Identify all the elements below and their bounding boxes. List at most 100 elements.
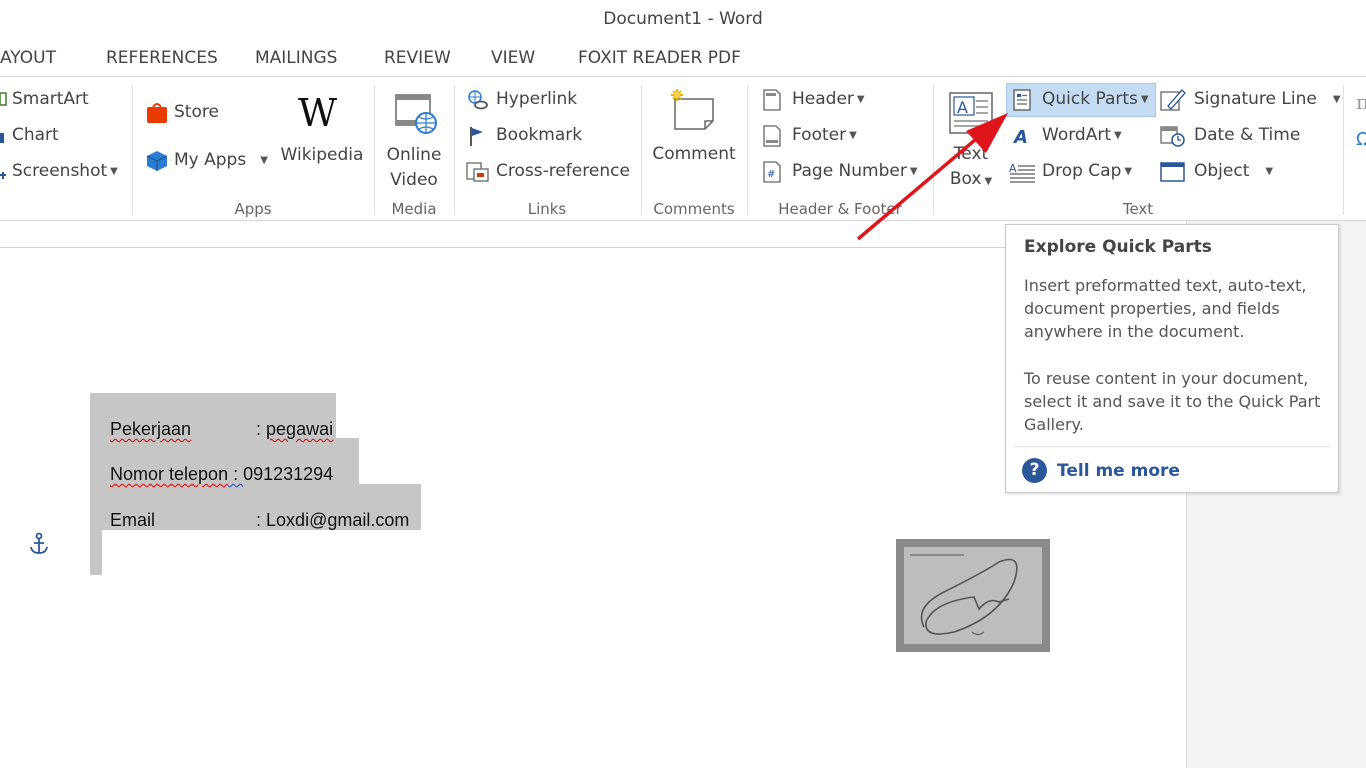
- doc-line-email[interactable]: Email: [90, 489, 155, 552]
- group-label-apps: Apps: [234, 200, 272, 218]
- ribbon: SmartArt Chart Screenshot ▼ Store My App…: [0, 76, 1366, 221]
- store-label: Store: [174, 102, 219, 122]
- footer-label: Footer: [792, 125, 847, 145]
- annotation-arrow: [856, 113, 1008, 241]
- group-divider: [641, 85, 642, 215]
- date-time-label: Date & Time: [1194, 125, 1301, 145]
- my-apps-button[interactable]: My Apps ▼: [146, 150, 268, 171]
- quick-parts-button[interactable]: Quick Parts ▼: [1012, 89, 1149, 111]
- doc-separator: :: [256, 510, 267, 530]
- quick-parts-label: Quick Parts: [1042, 89, 1138, 109]
- header-icon: [762, 89, 788, 111]
- chart-label: Chart: [12, 125, 59, 145]
- my-apps-icon: [146, 150, 170, 171]
- date-time-icon: [1160, 125, 1190, 147]
- bookmark-icon: [466, 125, 492, 146]
- online-video-label-line1: Online: [386, 145, 442, 165]
- svg-text:Ω: Ω: [1356, 129, 1366, 147]
- hyperlink-icon: [466, 89, 492, 110]
- online-video-icon: [394, 93, 438, 137]
- online-video-label-line2: Video: [390, 170, 438, 190]
- smartart-button[interactable]: SmartArt: [0, 89, 89, 109]
- new-comment-button[interactable]: Comment: [645, 85, 743, 195]
- doc-value-pegawai: pegawai: [266, 419, 334, 439]
- ribbon-tabs: AYOUT REFERENCES MAILINGS REVIEW VIEW FO…: [0, 40, 1366, 76]
- tab-layout[interactable]: AYOUT: [0, 48, 56, 68]
- date-time-button[interactable]: Date & Time: [1160, 125, 1301, 147]
- anchor-icon[interactable]: [28, 532, 50, 556]
- wikipedia-label: Wikipedia: [280, 145, 364, 165]
- tab-references[interactable]: REFERENCES: [106, 48, 218, 68]
- signature-image[interactable]: [896, 539, 1050, 652]
- hyperlink-label: Hyperlink: [496, 89, 578, 109]
- title-bar: Document1 - Word: [0, 0, 1366, 40]
- my-apps-label: My Apps: [174, 150, 247, 170]
- chevron-down-icon: ▼: [1332, 93, 1341, 105]
- doc-value-email[interactable]: : Loxdi@gmail.com: [236, 489, 409, 552]
- group-label-comments: Comments: [653, 200, 735, 218]
- drop-cap-button[interactable]: A Drop Cap ▼: [1008, 161, 1133, 183]
- bookmark-label: Bookmark: [496, 125, 583, 145]
- chevron-down-icon: ▼: [1265, 165, 1274, 177]
- comment-icon: [667, 87, 717, 133]
- signature-line-label: Signature Line: [1194, 89, 1317, 109]
- group-divider: [1343, 85, 1344, 215]
- cross-reference-icon: [466, 161, 492, 182]
- wikipedia-icon: W: [298, 91, 338, 135]
- doc-value-phone: 091231294: [243, 464, 334, 484]
- cross-reference-button[interactable]: Cross-reference: [466, 161, 630, 182]
- chevron-down-icon: ▼: [1124, 165, 1133, 177]
- bookmark-button[interactable]: Bookmark: [466, 125, 583, 146]
- help-icon: ?: [1022, 458, 1047, 483]
- drop-cap-label: Drop Cap: [1042, 161, 1122, 181]
- object-icon: [1160, 161, 1190, 182]
- online-video-button[interactable]: Online Video: [378, 91, 450, 195]
- chevron-down-icon: ▼: [260, 154, 268, 166]
- doc-label-nomor-telepon: Nomor telepon: [110, 464, 229, 484]
- tell-me-more-label: Tell me more: [1057, 460, 1180, 481]
- chevron-down-icon: ▼: [110, 165, 118, 177]
- equation-icon[interactable]: πΩ: [1356, 87, 1366, 150]
- signature-image-content: [904, 547, 1042, 644]
- group-divider: [132, 85, 133, 215]
- screenshot-button[interactable]: Screenshot ▼: [0, 161, 118, 181]
- wordart-label: WordArt: [1042, 125, 1111, 145]
- smartart-icon: [0, 89, 8, 109]
- cross-reference-label: Cross-reference: [496, 161, 630, 181]
- tab-mailings[interactable]: MAILINGS: [255, 48, 337, 68]
- chart-icon: [0, 125, 8, 145]
- header-label: Header: [792, 89, 854, 109]
- quick-parts-tooltip: Explore Quick Parts Insert preformatted …: [1005, 224, 1339, 493]
- tooltip-divider: [1014, 446, 1330, 447]
- smartart-label: SmartArt: [12, 89, 89, 109]
- svg-text:π: π: [1356, 90, 1366, 114]
- object-label: Object: [1194, 161, 1250, 181]
- store-button[interactable]: Store: [146, 102, 219, 123]
- wordart-button[interactable]: A WordArt ▼: [1012, 125, 1122, 148]
- tab-review[interactable]: REVIEW: [384, 48, 451, 68]
- tab-view[interactable]: VIEW: [491, 48, 535, 68]
- chevron-down-icon: ▼: [856, 93, 865, 105]
- screenshot-icon: [0, 161, 8, 181]
- group-divider: [374, 85, 375, 215]
- signature-line-icon: [1160, 89, 1190, 111]
- tab-foxit-reader-pdf[interactable]: FOXIT READER PDF: [578, 48, 741, 68]
- footer-button[interactable]: Footer ▼: [762, 125, 857, 147]
- window-title: Document1 - Word: [603, 9, 763, 29]
- signature-line-button[interactable]: Signature Line ▼: [1160, 89, 1341, 111]
- comment-label: Comment: [652, 144, 736, 164]
- chart-button[interactable]: Chart: [0, 125, 59, 145]
- page-number-icon: #: [762, 161, 788, 183]
- chevron-down-icon: ▼: [1113, 129, 1122, 141]
- screenshot-label: Screenshot: [12, 161, 108, 181]
- hyperlink-button[interactable]: Hyperlink: [466, 89, 578, 110]
- group-label-links: Links: [527, 200, 567, 218]
- tell-me-more-link[interactable]: ? Tell me more: [1022, 458, 1180, 483]
- svg-text:#: #: [767, 169, 775, 180]
- tooltip-title: Explore Quick Parts: [1024, 237, 1212, 257]
- object-button[interactable]: Object ▼: [1160, 161, 1274, 182]
- wikipedia-button[interactable]: W Wikipedia: [280, 91, 364, 171]
- group-divider: [454, 85, 455, 215]
- doc-value-email-address: Loxdi@gmail.com: [266, 510, 410, 530]
- doc-label-pekerjaan: Pekerjaan: [110, 419, 192, 439]
